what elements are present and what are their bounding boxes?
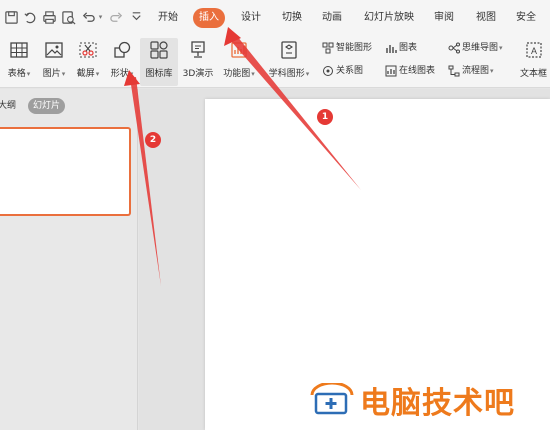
chart-button[interactable]: 图表 — [385, 40, 417, 56]
online-chart-icon — [385, 65, 397, 77]
svg-text:A: A — [530, 46, 536, 56]
3d-demo-button[interactable]: 3D演示 — [180, 38, 216, 86]
chart-label: 图表 — [399, 43, 418, 53]
redo-icon[interactable] — [108, 9, 124, 25]
3d-demo-icon — [180, 40, 216, 64]
function-chart-button[interactable]: 功能图▾ — [218, 38, 260, 86]
tab-insert[interactable]: 插入 — [193, 8, 225, 28]
tab-animation[interactable]: 动画 — [322, 8, 342, 28]
mindmap-label: 思维导图 — [462, 43, 499, 53]
title-tab-bar: ▾ 开始 插入 设计 切换 动画 幻灯片放映 审阅 视图 安全 — [0, 0, 550, 36]
annotation-badge-2: 2 — [145, 132, 161, 148]
flowchart-label: 流程图 — [462, 66, 490, 76]
smart-shape-icon — [322, 42, 334, 54]
textbox-label: 文本框 — [519, 69, 547, 79]
online-chart-label: 在线图表 — [399, 66, 436, 76]
save-icon[interactable] — [3, 9, 19, 25]
tab-start[interactable]: 开始 — [158, 8, 178, 28]
shape-icon — [106, 40, 138, 64]
smart-shape-label: 智能图形 — [336, 43, 373, 53]
scissors-icon — [72, 40, 104, 64]
tab-view[interactable]: 视图 — [476, 8, 496, 28]
tab-security[interactable]: 安全 — [516, 8, 536, 28]
tab-transition[interactable]: 切换 — [282, 8, 302, 28]
shape-label: 形状 — [110, 69, 129, 79]
insert-ribbon: 表格▾ 图片▾ 截屏▾ 形状▾ 图标库 3D演示 功能图▾ 学科图形▾ 智能图形… — [0, 36, 550, 88]
screenshot-label: 截屏 — [76, 69, 95, 79]
annotation-badge-1: 1 — [317, 109, 333, 125]
3d-demo-label: 3D演示 — [182, 69, 214, 79]
picture-icon — [38, 40, 70, 64]
function-chart-label: 功能图 — [223, 69, 251, 79]
flowchart-button[interactable]: 流程图 ▾ — [448, 63, 494, 79]
table-button[interactable]: 表格▾ — [2, 38, 36, 86]
mindmap-button[interactable]: 思维导图 ▾ — [448, 40, 503, 56]
watermark: 电脑技术吧 — [306, 380, 515, 421]
relation-button[interactable]: 关系图 — [322, 63, 363, 79]
online-chart-button[interactable]: 在线图表 — [385, 63, 435, 79]
function-chart-icon — [218, 40, 260, 64]
icon-library-button[interactable]: 图标库 — [140, 38, 178, 86]
shape-button[interactable]: 形状▾ — [106, 38, 138, 86]
mindmap-icon — [448, 42, 460, 54]
table-icon — [2, 40, 36, 64]
print-icon[interactable] — [41, 9, 57, 25]
watermark-logo-icon — [310, 383, 354, 415]
textbox-button[interactable]: A 文本框 — [517, 38, 550, 86]
flowchart-icon — [448, 65, 460, 77]
screenshot-button[interactable]: 截屏▾ — [72, 38, 104, 86]
undo-history-icon[interactable] — [22, 9, 38, 25]
slide-thumbnail[interactable] — [0, 127, 131, 216]
undo-dropdown-icon[interactable]: ▾ — [96, 9, 104, 25]
print-preview-icon[interactable] — [60, 9, 76, 25]
tab-design[interactable]: 设计 — [241, 8, 261, 28]
icon-library-label: 图标库 — [145, 69, 173, 79]
watermark-text: 电脑技术吧 — [360, 386, 515, 421]
smart-shape-button[interactable]: 智能图形 — [322, 40, 372, 56]
picture-button[interactable]: 图片▾ — [38, 38, 70, 86]
icon-library-icon — [140, 40, 178, 64]
more-icon[interactable] — [128, 9, 144, 25]
chart-icon — [386, 45, 397, 53]
subject-shape-label: 学科图形 — [268, 69, 305, 79]
relation-label: 关系图 — [336, 66, 364, 76]
tab-review[interactable]: 审阅 — [434, 8, 454, 28]
tab-slideshow[interactable]: 幻灯片放映 — [364, 8, 414, 28]
subject-shape-button[interactable]: 学科图形▾ — [262, 38, 316, 86]
subject-shape-icon — [262, 40, 316, 64]
tab-outline[interactable]: 大纲 — [0, 98, 16, 114]
relation-icon — [323, 66, 333, 76]
undo-icon[interactable] — [80, 9, 96, 25]
table-label: 表格 — [7, 69, 26, 79]
textbox-icon: A — [517, 40, 550, 64]
slide-panel: 大纲 幻灯片 — [0, 89, 138, 430]
picture-label: 图片 — [42, 69, 61, 79]
tab-slides[interactable]: 幻灯片 — [28, 98, 66, 114]
